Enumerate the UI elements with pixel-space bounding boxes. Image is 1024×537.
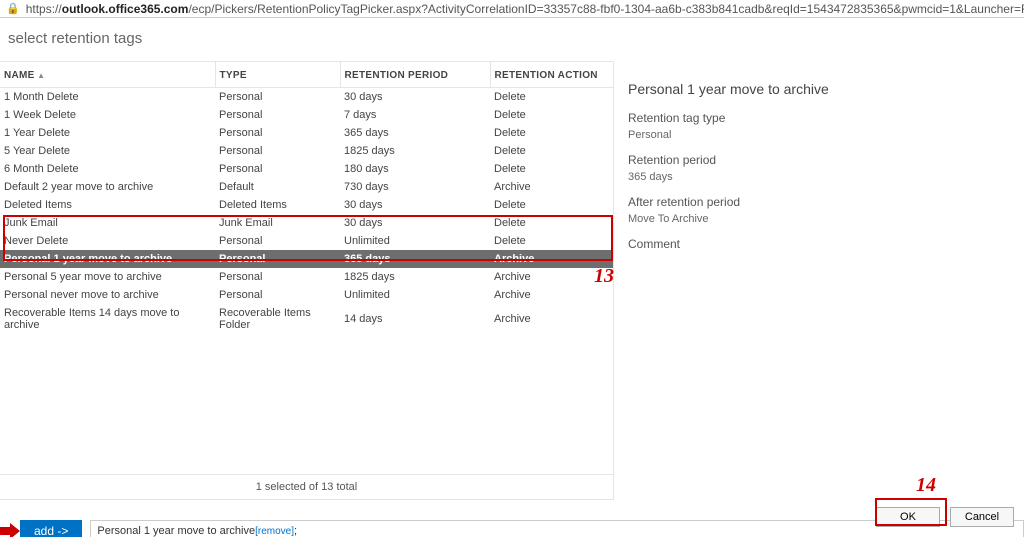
cell-period: 180 days [340, 160, 490, 178]
add-button[interactable]: add -> [20, 520, 82, 537]
table-row[interactable]: Default 2 year move to archiveDefault730… [0, 178, 613, 196]
cancel-button[interactable]: Cancel [950, 507, 1014, 527]
cell-action: Delete [490, 214, 613, 232]
url-text: https://outlook.office365.com/ecp/Picker… [26, 2, 1024, 16]
table-row[interactable]: Personal 1 year move to archivePersonal3… [0, 250, 613, 268]
col-header-period[interactable]: RETENTION PERIOD [340, 62, 490, 88]
cell-name: Deleted Items [0, 196, 215, 214]
cell-period: 30 days [340, 214, 490, 232]
cell-type: Deleted Items [215, 196, 340, 214]
table-row[interactable]: Deleted ItemsDeleted Items30 daysDelete [0, 196, 613, 214]
cell-type: Personal [215, 106, 340, 124]
cell-period: Unlimited [340, 286, 490, 304]
cell-name: 6 Month Delete [0, 160, 215, 178]
cell-type: Personal [215, 232, 340, 250]
cell-name: Never Delete [0, 232, 215, 250]
cell-type: Personal [215, 250, 340, 268]
table-row[interactable]: 1 Week DeletePersonal7 daysDelete [0, 106, 613, 124]
table-row[interactable]: 5 Year DeletePersonal1825 daysDelete [0, 142, 613, 160]
table-row[interactable]: 1 Month DeletePersonal30 daysDelete [0, 88, 613, 107]
table-row[interactable]: 1 Year DeletePersonal365 daysDelete [0, 124, 613, 142]
table-row[interactable]: Recoverable Items 14 days move to archiv… [0, 304, 613, 334]
label-comment: Comment [628, 237, 1014, 251]
cell-type: Personal [215, 160, 340, 178]
address-bar[interactable]: 🔒 https://outlook.office365.com/ecp/Pick… [0, 0, 1024, 18]
value-period: 365 days [628, 171, 1014, 183]
cell-name: 5 Year Delete [0, 142, 215, 160]
cell-period: 1825 days [340, 268, 490, 286]
cell-type: Recoverable Items Folder [215, 304, 340, 334]
remove-link[interactable]: [remove] [255, 526, 294, 537]
retention-tags-table: NAME TYPE RETENTION PERIOD RETENTION ACT… [0, 61, 613, 334]
label-tag-type: Retention tag type [628, 111, 1014, 125]
cell-action: Delete [490, 232, 613, 250]
cell-period: Unlimited [340, 232, 490, 250]
annotation-14: 14 [916, 474, 936, 497]
cell-period: 365 days [340, 250, 490, 268]
cell-action: Archive [490, 286, 613, 304]
cell-type: Personal [215, 124, 340, 142]
cell-type: Personal [215, 286, 340, 304]
details-heading: Personal 1 year move to archive [628, 81, 1014, 97]
cell-type: Junk Email [215, 214, 340, 232]
cell-name: Recoverable Items 14 days move to archiv… [0, 304, 215, 334]
cell-period: 30 days [340, 196, 490, 214]
table-row[interactable]: Personal 5 year move to archivePersonal1… [0, 268, 613, 286]
cell-type: Personal [215, 268, 340, 286]
value-tag-type: Personal [628, 129, 1014, 141]
cell-period: 365 days [340, 124, 490, 142]
cell-type: Personal [215, 88, 340, 107]
col-header-type[interactable]: TYPE [215, 62, 340, 88]
cell-name: 1 Year Delete [0, 124, 215, 142]
cell-action: Archive [490, 304, 613, 334]
cell-type: Default [215, 178, 340, 196]
col-header-name[interactable]: NAME [0, 62, 215, 88]
ok-button[interactable]: OK [876, 507, 940, 527]
col-header-action[interactable]: RETENTION ACTION [490, 62, 613, 88]
cell-action: Delete [490, 196, 613, 214]
table-row[interactable]: Junk EmailJunk Email30 daysDelete [0, 214, 613, 232]
cell-action: Delete [490, 106, 613, 124]
selection-status: 1 selected of 13 total [0, 474, 613, 500]
table-row[interactable]: Never DeletePersonalUnlimitedDelete [0, 232, 613, 250]
cell-action: Delete [490, 160, 613, 178]
cell-period: 7 days [340, 106, 490, 124]
value-after-period: Move To Archive [628, 213, 1014, 225]
cell-action: Delete [490, 142, 613, 160]
annotation-13: 13 [594, 265, 614, 288]
cell-name: Personal 1 year move to archive [0, 250, 215, 268]
page-title: select retention tags [0, 18, 1024, 61]
cell-type: Personal [215, 142, 340, 160]
lock-icon: 🔒 [6, 2, 20, 15]
cell-name: Personal 5 year move to archive [0, 268, 215, 286]
cell-name: Default 2 year move to archive [0, 178, 215, 196]
cell-name: 1 Month Delete [0, 88, 215, 107]
cell-name: 1 Week Delete [0, 106, 215, 124]
arrow-right-icon [0, 521, 20, 537]
cell-action: Delete [490, 124, 613, 142]
cell-action: Archive [490, 178, 613, 196]
label-after-period: After retention period [628, 195, 1014, 209]
label-period: Retention period [628, 153, 1014, 167]
added-item-text: Personal 1 year move to archive [97, 525, 255, 537]
cell-name: Junk Email [0, 214, 215, 232]
cell-period: 1825 days [340, 142, 490, 160]
details-panel: Personal 1 year move to archive Retentio… [614, 61, 1024, 500]
cell-period: 730 days [340, 178, 490, 196]
table-row[interactable]: Personal never move to archivePersonalUn… [0, 286, 613, 304]
cell-name: Personal never move to archive [0, 286, 215, 304]
cell-period: 30 days [340, 88, 490, 107]
cell-action: Delete [490, 88, 613, 107]
cell-period: 14 days [340, 304, 490, 334]
table-row[interactable]: 6 Month DeletePersonal180 daysDelete [0, 160, 613, 178]
